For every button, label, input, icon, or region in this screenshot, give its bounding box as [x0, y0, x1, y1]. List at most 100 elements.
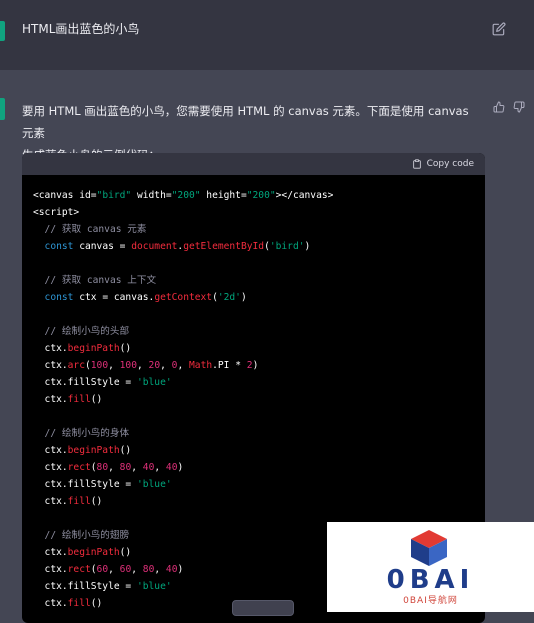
code-token: ctx.	[33, 547, 68, 558]
code-line: ctx.beginPath()	[33, 442, 485, 459]
code-token: )	[252, 360, 259, 371]
code-token: ctx = canvas.	[79, 292, 155, 303]
copy-code-label: Copy code	[426, 159, 474, 169]
code-token: fill	[67, 598, 91, 609]
code-line: ctx.fill()	[33, 493, 485, 510]
code-token: ctx.fillStyle =	[33, 377, 137, 388]
code-token: fill	[67, 394, 91, 405]
code-token: '2d'	[217, 292, 241, 303]
user-message-row: HTML画出蓝色的小鸟	[0, 0, 534, 70]
code-token: beginPath	[67, 343, 120, 354]
code-token: 'blue'	[136, 581, 172, 592]
code-token: ()	[90, 394, 103, 405]
code-token: ,	[160, 360, 172, 371]
code-line: ctx.fillStyle = 'blue'	[33, 374, 485, 391]
feedback-buttons	[493, 101, 525, 113]
assistant-intro-line1: 要用 HTML 画出蓝色的小鸟，您需要使用 HTML 的 canvas 元素。下…	[22, 104, 469, 140]
code-token: ,	[131, 462, 143, 473]
code-token: )	[177, 462, 184, 473]
code-token: <script>	[33, 207, 80, 218]
code-token: beginPath	[67, 547, 120, 558]
cube-logo-icon	[411, 530, 447, 566]
code-token: const	[33, 241, 80, 252]
code-token: ,	[108, 360, 120, 371]
code-token: // 获取 canvas 上下文	[33, 275, 157, 286]
watermark-subtitle: 0BAI导航网	[403, 596, 458, 606]
code-token: ctx.fillStyle =	[33, 479, 137, 490]
code-token: ctx.	[33, 564, 68, 575]
code-token: rect	[67, 462, 91, 473]
code-token: ></canvas>	[275, 190, 334, 201]
code-line: ctx.rect(80, 80, 40, 40)	[33, 459, 485, 476]
code-token: 'blue'	[136, 377, 172, 388]
code-line: <canvas id="bird" width="200" height="20…	[33, 187, 485, 204]
code-token: ctx.fillStyle =	[33, 581, 137, 592]
code-token: "200"	[171, 190, 201, 201]
code-token: "200"	[246, 190, 276, 201]
code-token: 60	[119, 564, 132, 575]
code-token: ctx.	[33, 343, 68, 354]
code-line: ctx.beginPath()	[33, 340, 485, 357]
code-token: ,	[108, 462, 120, 473]
code-token: ,	[108, 564, 120, 575]
code-token: ctx.	[33, 394, 68, 405]
code-token: // 获取 canvas 元素	[33, 224, 147, 235]
code-line: <script>	[33, 204, 485, 221]
code-token: const	[33, 292, 80, 303]
code-token: 'blue'	[136, 479, 172, 490]
code-token: getElementById	[183, 241, 265, 252]
code-block-header: Copy code	[22, 153, 485, 175]
code-token: 60	[96, 564, 109, 575]
user-avatar	[0, 21, 5, 41]
code-token: canvas =	[79, 241, 132, 252]
code-token: 80	[96, 462, 109, 473]
code-token: <canvas	[33, 190, 80, 201]
code-line: // 获取 canvas 上下文	[33, 272, 485, 289]
copy-code-button[interactable]: Copy code	[412, 157, 474, 171]
code-token: 20	[148, 360, 161, 371]
watermark-title: 0BAI	[386, 565, 475, 595]
code-line: // 绘制小鸟的头部	[33, 323, 485, 340]
code-token: 40	[142, 462, 155, 473]
code-token: )	[240, 292, 247, 303]
code-token: // 绘制小鸟的头部	[33, 326, 130, 337]
assistant-avatar	[0, 98, 5, 120]
code-token: ctx.	[33, 496, 68, 507]
code-token: // 绘制小鸟的身体	[33, 428, 130, 439]
code-token: ()	[119, 343, 132, 354]
code-token: ctx.	[33, 445, 68, 456]
code-token: // 绘制小鸟的翅膀	[33, 530, 130, 541]
code-token: ()	[90, 496, 103, 507]
code-token: ctx.	[33, 598, 68, 609]
code-token: ,	[154, 564, 166, 575]
code-token: 80	[142, 564, 155, 575]
code-token: )	[304, 241, 311, 252]
code-token: 100	[119, 360, 137, 371]
code-line: ctx.arc(100, 100, 20, 0, Math.PI * 2)	[33, 357, 485, 374]
code-token: ,	[136, 360, 149, 371]
code-token: fill	[67, 496, 91, 507]
code-line: const canvas = document.getElementById('…	[33, 238, 485, 255]
clipboard-icon	[412, 159, 421, 169]
code-token: Math	[189, 360, 213, 371]
code-token: ,	[177, 360, 190, 371]
thumbs-down-icon[interactable]	[513, 101, 525, 113]
edit-icon[interactable]	[492, 22, 506, 36]
code-line: ctx.fillStyle = 'blue'	[33, 476, 485, 493]
code-token: rect	[67, 564, 91, 575]
code-token: getContext	[154, 292, 213, 303]
watermark: 0BAI 0BAI导航网	[327, 522, 534, 612]
code-line: const ctx = canvas.getContext('2d')	[33, 289, 485, 306]
code-token: document	[131, 241, 178, 252]
user-message-text: HTML画出蓝色的小鸟	[22, 22, 140, 36]
code-token: id=	[79, 190, 97, 201]
code-token: ()	[90, 598, 103, 609]
code-token: ctx.	[33, 462, 68, 473]
code-token: )	[177, 564, 184, 575]
regenerate-response-button[interactable]	[232, 600, 294, 616]
code-token: arc	[67, 360, 85, 371]
code-line: // 获取 canvas 元素	[33, 221, 485, 238]
thumbs-up-icon[interactable]	[493, 101, 505, 113]
